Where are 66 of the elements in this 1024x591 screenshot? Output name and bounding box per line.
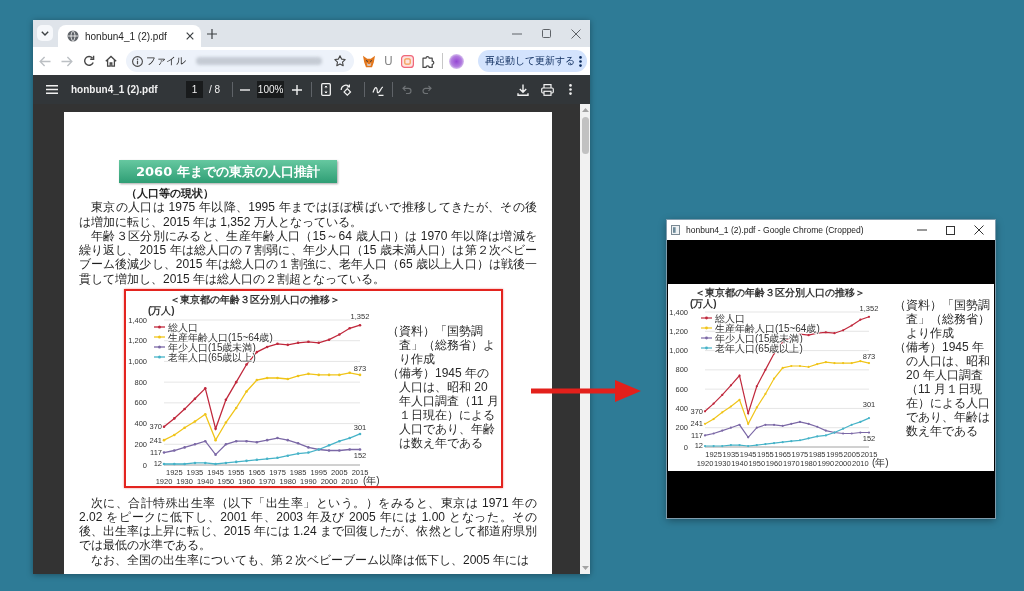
page-number-field[interactable]: 1	[186, 81, 203, 98]
zoom-field[interactable]: 100%	[257, 81, 285, 98]
figure-note: （備考）1945 年の人口は、昭和 20 年人口調査（11 月１日現在）による人口であり、年齢は数え年である	[894, 340, 991, 438]
extension-icon[interactable]: U	[384, 54, 393, 68]
menu-icon[interactable]	[46, 85, 58, 94]
legend-label: 生産年齢人口(15~64歳)	[715, 322, 820, 334]
close-icon[interactable]	[974, 225, 984, 235]
zoom-out-icon[interactable]	[240, 88, 251, 91]
puzzle-icon[interactable]	[421, 54, 435, 68]
figure-note: （資料）「国勢調査」（総務省）より作成	[387, 324, 496, 367]
figure-note: （資料）「国勢調査」（総務省）より作成	[894, 298, 991, 340]
axis-title: (万人)	[690, 299, 717, 309]
axis-title: (年)	[872, 456, 889, 468]
body-paragraph: 次に、合計特殊出生率（以下「出生率」という。）をみると、東京は 1971 年の 2.02 をピークに低下し、2001 年、2003 年及び 2005 年には 1.00 となった。その後、出生率は上昇に転じ、2015 年には 1.24 まで回復したが、依然として都道府県別では最低の水準である。	[79, 495, 537, 553]
legend-line-icon	[153, 355, 166, 359]
zoom-in-icon[interactable]	[292, 84, 303, 95]
legend-line-icon	[153, 335, 166, 339]
site-info-chip[interactable]: ファイル	[132, 54, 186, 68]
legend-line-icon	[153, 325, 166, 329]
axis-title: (万人)	[148, 306, 175, 317]
reload-icon[interactable]	[83, 55, 95, 67]
body-paragraph: 年齢３区分別にみると、生産年齢人口（15～64 歳人口）は 1970 年以降は増減を繰り返し、2015 年は総人口の７割弱に、年少人口（15 歳未満人口）は第２次ベビーブーム後減少し、2015 年は総人口の１割強に、老年人口（65 歳以上人口）は戦後一貫して増加し、2015 年は総人口の２割超となっている。	[79, 228, 537, 287]
section-heading: 2060 年までの東京の人口推計	[119, 160, 337, 183]
legend-label: 総人口	[168, 321, 198, 333]
window-title: honbun4_1 (2).pdf - Google Chrome (Cropped)	[686, 225, 864, 235]
more-icon[interactable]	[569, 84, 572, 95]
legend-label: 年少人口(15歳未満)	[168, 341, 256, 353]
chart-title: ＜東京都の年齢３区分別人口の推移＞	[169, 293, 341, 306]
avatar-icon[interactable]	[448, 53, 464, 69]
plus-icon[interactable]	[207, 29, 217, 39]
legend-label: 総人口	[715, 312, 745, 324]
legend-line-icon	[700, 316, 713, 320]
app-tile-icon[interactable]	[400, 54, 414, 68]
maximize-icon[interactable]	[946, 225, 955, 235]
download-icon[interactable]	[517, 83, 529, 96]
figure-note: （備考）1945 年の人口は、昭和 20 年人口調査（11 月１日現在）による人口であり、年齢は数え年である	[387, 366, 499, 451]
axis-title: (年)	[363, 474, 380, 486]
tab-list-button[interactable]	[37, 25, 53, 41]
chart-title: ＜東京都の年齢３区分別人口の推移＞	[693, 286, 866, 298]
scrollbar-thumb[interactable]	[581, 117, 589, 154]
body-paragraph: なお、全国の出生率についても、第２次ベビーブーム以降は低下し、2005 年には	[90, 552, 531, 568]
fit-page-icon[interactable]	[321, 83, 332, 96]
document-icon	[671, 225, 680, 235]
legend-line-icon	[153, 345, 166, 349]
scrollbar-track[interactable]	[580, 104, 590, 574]
fox-icon[interactable]	[362, 54, 376, 68]
update-button[interactable]: 再起動して更新する	[478, 50, 587, 72]
legend-label: 生産年齢人口(15~64歳)	[168, 331, 273, 343]
page-count: / 8	[209, 84, 221, 95]
home-icon[interactable]	[105, 55, 117, 67]
close-icon[interactable]	[186, 32, 194, 40]
print-icon[interactable]	[541, 83, 554, 96]
section-subheading: （人口等の現状）	[126, 186, 215, 201]
rotate-icon[interactable]	[340, 83, 353, 96]
info-icon	[132, 55, 143, 67]
legend-line-icon	[700, 336, 713, 340]
address-bar[interactable]: ファイル	[126, 50, 354, 72]
document-title: honbun4_1 (2).pdf	[71, 84, 159, 95]
star-icon[interactable]	[334, 55, 346, 67]
more-icon	[579, 55, 582, 67]
body-paragraph: 東京の人口は 1975 年以降、1995 年まではほぼ横ばいで推移してきたが、その後は増加に転じ、2015 年は 1,352 万人となっている。	[79, 200, 537, 229]
globe-icon	[67, 30, 79, 42]
caret-icon	[41, 30, 49, 36]
legend-line-icon	[700, 346, 713, 350]
legend-line-icon	[700, 326, 713, 330]
browser-tab[interactable]: honbun4_1 (2).pdf	[58, 25, 201, 47]
